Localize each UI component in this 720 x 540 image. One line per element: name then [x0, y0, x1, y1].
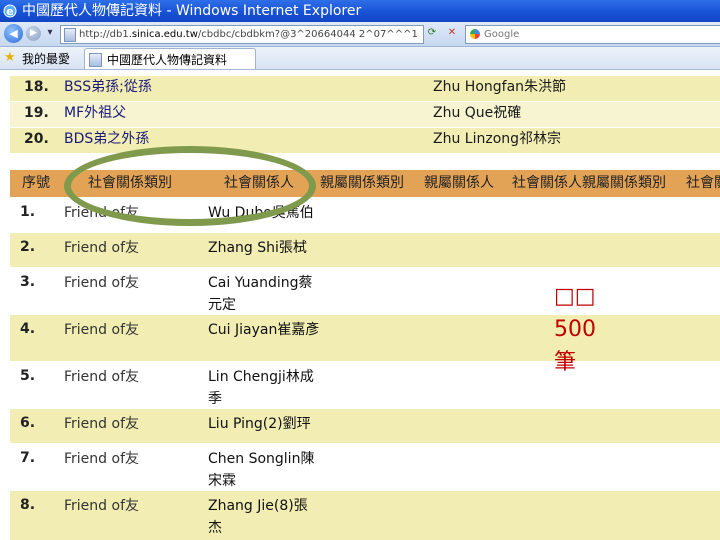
kin-name-link[interactable]: Zhu Que祝確 — [433, 102, 521, 124]
row-number: 3. — [20, 274, 36, 290]
history-dropdown-icon[interactable]: ▾ — [43, 26, 57, 40]
page-icon — [64, 28, 76, 42]
row-number: 7. — [20, 450, 36, 466]
header-social-kin-category: 社會關係人親屬關係類別 — [512, 175, 666, 191]
kin-row: 20. BDS弟之外孫 Zhu Linzong祁林宗 — [10, 128, 720, 154]
kin-code-link[interactable]: BSS弟孫;從孫 — [64, 76, 152, 98]
relation-category: Friend of友 — [64, 369, 139, 385]
row-number: 2. — [20, 239, 36, 255]
relation-category: Friend of友 — [64, 416, 139, 432]
related-person-link[interactable]: Liu Ping(2)劉玶 — [208, 413, 320, 435]
table-row: 8. Friend of友 Zhang Jie(8)張杰 — [10, 491, 720, 540]
header-kin-category: 親屬關係類別 — [320, 175, 404, 191]
forward-button[interactable]: ▶ — [26, 26, 41, 41]
relation-category: Friend of友 — [64, 322, 139, 338]
back-arrow-icon: ◀ — [9, 27, 18, 40]
relation-category: Friend of友 — [64, 275, 139, 291]
header-social-truncated: 社會關 — [686, 175, 720, 191]
record-count-annotation: □□ 500 筆 — [554, 280, 624, 379]
row-number: 8. — [20, 497, 36, 513]
address-prefix: http://db1. — [79, 29, 132, 40]
row-number: 20. — [24, 131, 49, 147]
row-number: 19. — [24, 105, 49, 121]
search-placeholder: Google — [484, 29, 520, 40]
address-host: sinica.edu.tw — [131, 29, 198, 40]
search-input[interactable]: Google — [465, 25, 720, 44]
kin-row: 19. MF外祖父 Zhu Que祝確 — [10, 102, 720, 128]
annotation-line-1: □□ — [554, 284, 596, 309]
page-content: 18. BSS弟孫;從孫 Zhu Hongfan朱洪節 19. MF外祖父 Zh… — [0, 70, 720, 540]
kin-row: 18. BSS弟孫;從孫 Zhu Hongfan朱洪節 — [10, 76, 720, 102]
relation-category: Friend of友 — [64, 451, 139, 467]
related-person-link[interactable]: Cai Yuanding蔡元定 — [208, 272, 320, 316]
window-title: 中國歷代人物傳記資料 - Windows Internet Explorer — [22, 3, 362, 19]
row-number: 6. — [20, 415, 36, 431]
table-row: 7. Friend of友 Chen Songlin陳宋霖 — [10, 444, 720, 490]
row-number: 5. — [20, 368, 36, 384]
header-kin-person: 親屬關係人 — [424, 175, 494, 191]
table-row: 6. Friend of友 Liu Ping(2)劉玶 — [10, 409, 720, 443]
highlight-oval — [64, 146, 316, 226]
related-person-link[interactable]: Zhang Shi張栻 — [208, 237, 320, 259]
address-toolbar: ◀ ▶ ▾ http://db1.sinica.edu.tw/cbdbc/cbd… — [0, 22, 720, 47]
refresh-icon[interactable]: ⟳ — [425, 26, 439, 40]
svg-text:e: e — [6, 5, 13, 18]
forward-arrow-icon: ▶ — [30, 28, 37, 38]
favorites-bar: ★ 我的最愛 中國歷代人物傳記資料 — [0, 47, 720, 70]
header-seq: 序號 — [22, 175, 50, 191]
internet-explorer-icon: e — [3, 4, 17, 18]
annotation-line-2: 500 — [554, 317, 596, 342]
related-person-link[interactable]: Chen Songlin陳宋霖 — [208, 448, 320, 492]
relation-category: Friend of友 — [64, 498, 139, 514]
kin-name-link[interactable]: Zhu Linzong祁林宗 — [433, 128, 561, 150]
row-number: 4. — [20, 321, 36, 337]
row-number: 18. — [24, 79, 49, 95]
google-icon — [470, 29, 480, 39]
favorites-button[interactable]: 我的最愛 — [22, 50, 70, 67]
table-row: 2. Friend of友 Zhang Shi張栻 — [10, 233, 720, 267]
window-title-bar[interactable]: e 中國歷代人物傳記資料 - Windows Internet Explorer — [0, 0, 720, 22]
relation-category: Friend of友 — [64, 240, 139, 256]
tab-label: 中國歷代人物傳記資料 — [107, 53, 228, 67]
stop-icon[interactable]: ✕ — [445, 26, 459, 40]
related-person-link[interactable]: Zhang Jie(8)張杰 — [208, 495, 320, 539]
back-button[interactable]: ◀ — [4, 24, 23, 43]
row-number: 1. — [20, 204, 36, 220]
kin-name-link[interactable]: Zhu Hongfan朱洪節 — [433, 76, 566, 98]
favorites-star-icon[interactable]: ★ — [4, 50, 16, 65]
related-person-link[interactable]: Lin Chengji林成季 — [208, 366, 320, 410]
tab-page-icon — [89, 53, 102, 67]
address-path: /cbdbc/cbdbkm?@3^20664044 2^07^^^1 — [197, 29, 418, 40]
kin-code-link[interactable]: MF外祖父 — [64, 102, 126, 124]
kin-code-link[interactable]: BDS弟之外孫 — [64, 128, 149, 150]
address-input[interactable]: http://db1.sinica.edu.tw/cbdbc/cbdbkm?@3… — [60, 25, 424, 44]
related-person-link[interactable]: Cui Jiayan崔嘉彥 — [208, 319, 320, 341]
annotation-line-3: 筆 — [554, 350, 577, 375]
browser-tab[interactable]: 中國歷代人物傳記資料 — [84, 48, 256, 69]
